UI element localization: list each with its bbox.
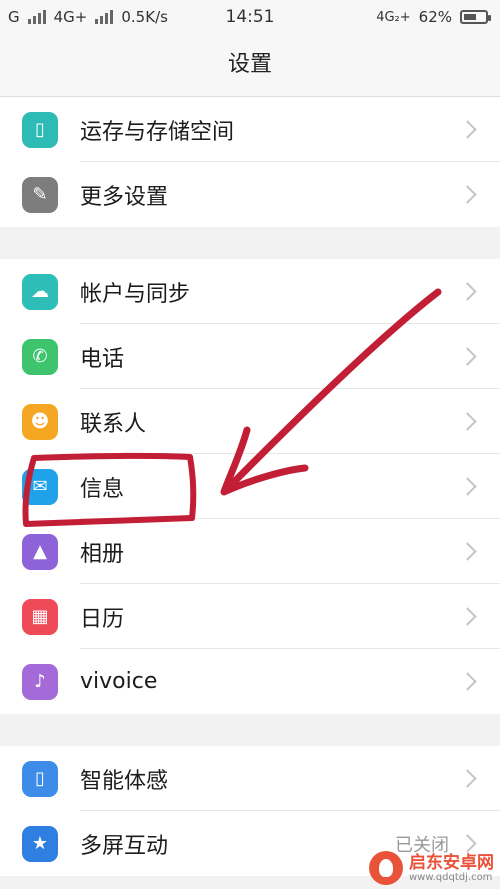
cloud-icon: ☁ [22,273,58,310]
chevron-right-icon [458,347,477,366]
watermark-logo-icon [369,851,403,885]
motion-icon: ▯ [22,760,58,797]
watermark-url: www.qdqtdj.com [409,871,493,883]
site-watermark: 启东安卓网 www.qdqtdj.com [369,851,494,885]
settings-item[interactable]: ▦ 日历 [0,584,500,649]
chevron-right-icon [458,672,477,691]
network-type-right: 4G₂+ [376,9,411,25]
chevron-right-icon [458,542,477,561]
status-bar: G 4G+ 0.5K/s 14:51 4G₂+ 62% [0,0,500,34]
settings-item[interactable]: ☻ 联系人 [0,389,500,454]
settings-item-label: 多屏互动 [80,833,169,859]
chevron-right-icon [458,834,477,853]
storage-icon: ▯ [22,111,58,148]
group-separator [0,227,500,259]
settings-item-label: 联系人 [80,411,147,437]
chevron-right-icon [458,477,477,496]
gallery-icon: ▲ [22,533,58,570]
settings-item[interactable]: ▲ 相册 [0,519,500,584]
battery-fill [464,14,477,20]
contact-icon: ☻ [22,403,58,440]
settings-item[interactable]: ▯ 运存与存储空间 [0,97,500,162]
settings-item-label: 帐户与同步 [80,281,191,307]
group-separator [0,714,500,746]
microphone-icon: ♪ [22,663,58,700]
settings-item-label: 日历 [80,606,125,632]
settings-item[interactable]: ✉ 信息 [0,454,500,519]
settings-item-label: vivoice [80,669,158,694]
settings-item[interactable]: ☁ 帐户与同步 [0,259,500,324]
settings-item-label: 电话 [80,346,125,372]
settings-group: ☁ 帐户与同步 ✆ 电话 ☻ 联系人 ✉ 信息 ▲ 相册 ▦ 日历 ♪ vivoice [0,259,500,714]
page-title: 设置 [0,34,500,97]
screen-cast-icon: ★ [22,825,58,862]
settings-item-label: 信息 [80,476,125,502]
chevron-right-icon [458,769,477,788]
chevron-right-icon [458,185,477,204]
settings-item-label: 相册 [80,541,125,567]
settings-group: ▯ 运存与存储空间 ✎ 更多设置 [0,97,500,227]
chevron-right-icon [458,120,477,139]
wrench-icon: ✎ [22,176,58,213]
chevron-right-icon [458,412,477,431]
settings-item-label: 更多设置 [80,184,169,210]
settings-item-label: 运存与存储空间 [80,119,235,145]
phone-icon: ✆ [22,338,58,375]
chevron-right-icon [458,282,477,301]
settings-item-label: 智能体感 [80,768,169,794]
message-icon: ✉ [22,468,58,505]
settings-item[interactable]: ✆ 电话 [0,324,500,389]
calendar-icon: ▦ [22,598,58,635]
settings-item[interactable]: ▯ 智能体感 [0,746,500,811]
battery-icon [460,10,491,24]
settings-list: ▯ 运存与存储空间 ✎ 更多设置 ☁ 帐户与同步 ✆ 电话 ☻ 联系人 ✉ 信息 ▲ 相册 ▦ 日历 ♪ vivo… [0,97,500,876]
settings-item[interactable]: ✎ 更多设置 [0,162,500,227]
watermark-title: 启东安卓网 [409,852,494,873]
settings-item[interactable]: ♪ vivoice [0,649,500,714]
battery-percent: 62% [418,8,452,26]
chevron-right-icon [458,607,477,626]
